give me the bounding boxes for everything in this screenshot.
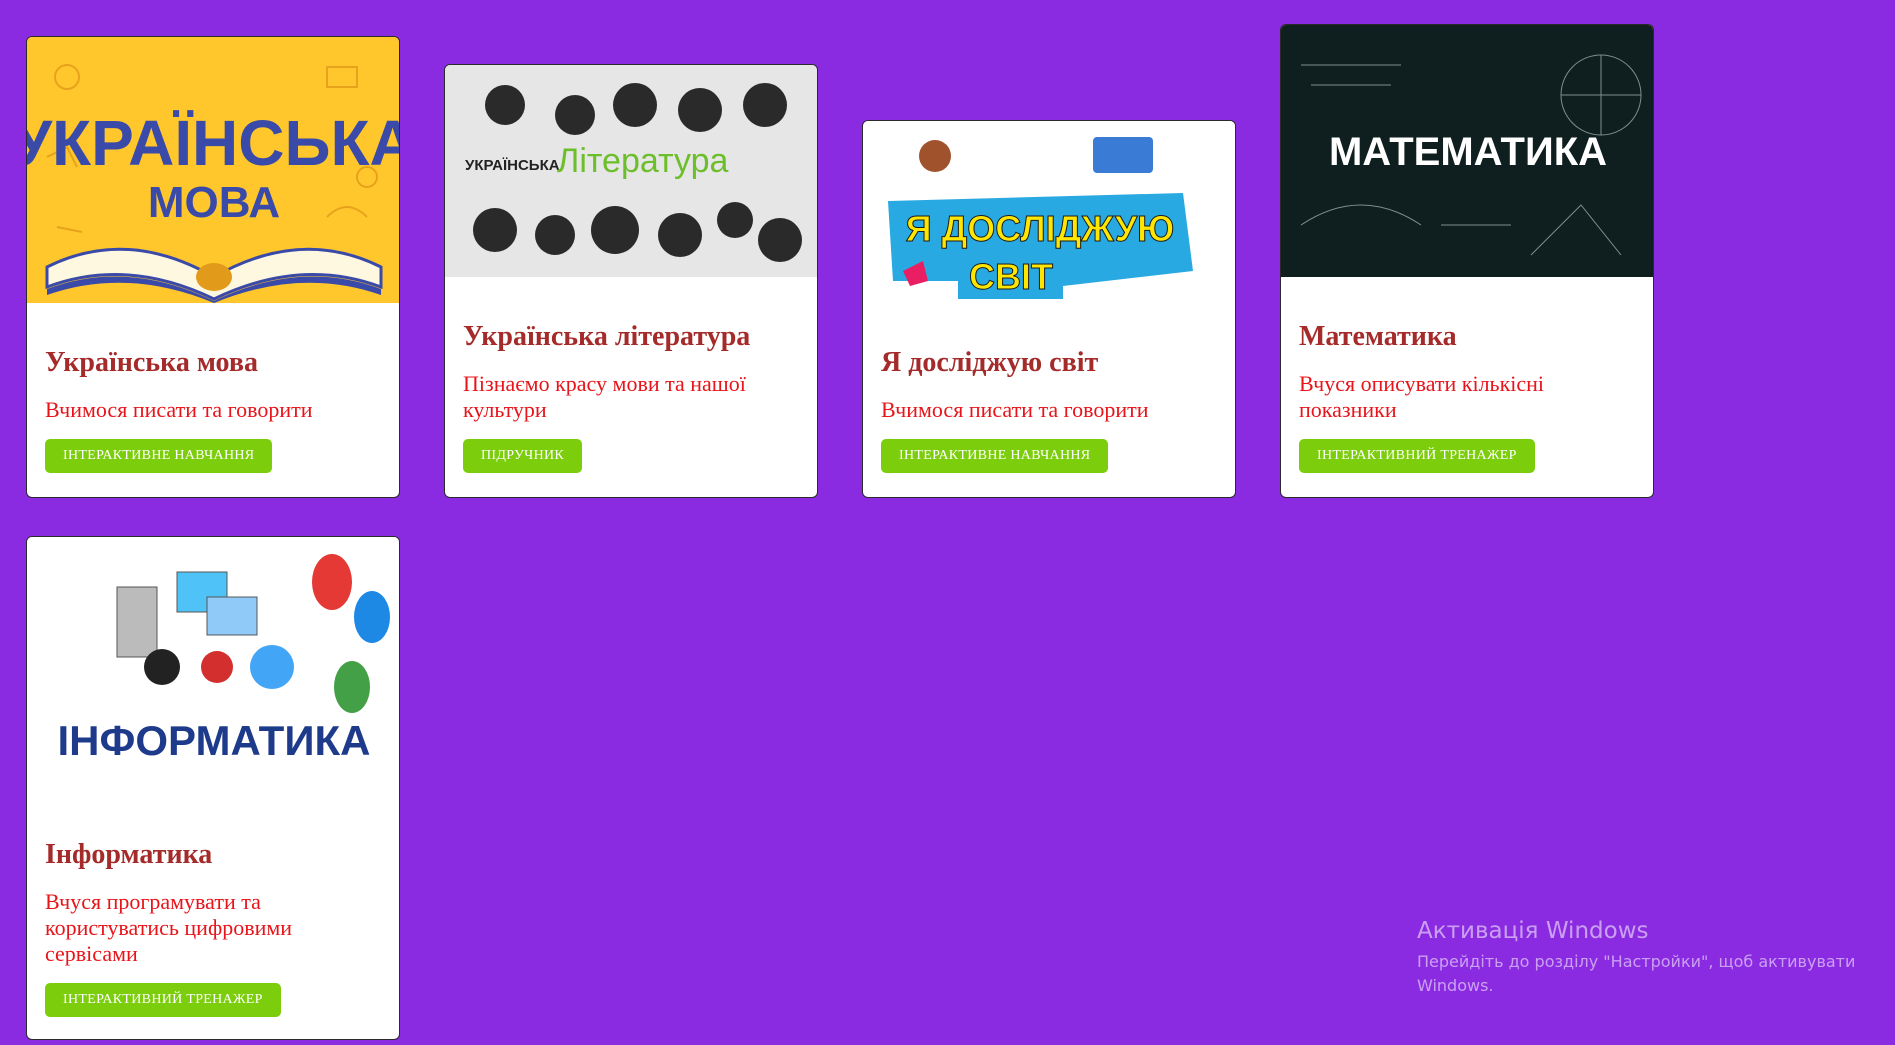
image-title-1: ІНФОРМАТИКА [57, 717, 370, 764]
image-title-2: СВІТ [969, 256, 1053, 297]
course-title: Українська література [463, 321, 751, 352]
image-title-1: МАТЕМАТИКА [1329, 130, 1607, 174]
writers-portraits-illustration: УКРАЇНСЬКА Література [465, 83, 802, 262]
image-title-1: УКРАЇНСЬКА [27, 107, 399, 179]
course-image-ukrainian-language[interactable]: УКРАЇНСЬКА МОВА [27, 37, 399, 303]
chalkboard-illustration: МАТЕМАТИКА [1300, 54, 1642, 256]
course-image-ukrainian-literature[interactable]: УКРАЇНСЬКА Література [445, 65, 817, 277]
course-title: Українська мова [45, 347, 258, 378]
image-title-2: Література [557, 142, 729, 180]
course-description: Вчимося писати та говорити [881, 397, 1149, 422]
interactive-learning-button[interactable]: ІНТЕРАКТИВНЕ НАВЧАННЯ [881, 439, 1109, 473]
course-description: Вчуся програмувати та користуватись цифр… [45, 889, 293, 966]
course-image-i-explore-the-world[interactable]: Я ДОСЛІДЖУЮ СВІТ [863, 121, 1235, 303]
course-card-ukrainian-language: УКРАЇНСЬКА МОВА Українська мова Вчимося … [26, 36, 400, 498]
interactive-trainer-button[interactable]: ІНТЕРАКТИВНИЙ ТРЕНАЖЕР [45, 983, 281, 1017]
course-image-mathematics[interactable]: МАТЕМАТИКА [1281, 25, 1653, 277]
windows-activation-watermark: Активація Windows Перейдіть до розділу "… [1417, 918, 1857, 998]
course-card-informatics: ІНФОРМАТИКА Інформатика Вчуся програмува… [26, 536, 400, 1040]
book-illustration: УКРАЇНСЬКА МОВА [27, 64, 399, 303]
course-description: Вчуся описувати кількісні показники [1299, 371, 1545, 422]
course-title: Я досліджую світ [881, 347, 1099, 378]
explore-world-illustration: Я ДОСЛІДЖУЮ СВІТ [888, 137, 1193, 299]
informatics-illustration: ІНФОРМАТИКА [57, 554, 390, 764]
course-image-informatics[interactable]: ІНФОРМАТИКА [27, 537, 399, 799]
course-card-i-explore-the-world: Я ДОСЛІДЖУЮ СВІТ Я досліджую світ Вчимос… [862, 120, 1236, 498]
image-title-1: УКРАЇНСЬКА [465, 157, 560, 174]
textbook-button[interactable]: ПІДРУЧНИК [463, 439, 583, 473]
course-description: Пізнаємо красу мови та нашої культури [463, 371, 746, 422]
course-title: Математика [1299, 321, 1457, 352]
watermark-title: Активація Windows [1417, 918, 1649, 944]
course-card-mathematics: МАТЕМАТИКА Математика Вчуся описувати кі… [1280, 24, 1654, 498]
watermark-subtitle: Перейдіть до розділу "Настройки", щоб ак… [1417, 952, 1856, 995]
course-description: Вчимося писати та говорити [45, 397, 313, 422]
course-title: Інформатика [45, 839, 213, 870]
image-title-2: МОВА [148, 178, 280, 227]
interactive-trainer-button[interactable]: ІНТЕРАКТИВНИЙ ТРЕНАЖЕР [1299, 439, 1535, 473]
image-title-1: Я ДОСЛІДЖУЮ [906, 208, 1175, 249]
course-card-ukrainian-literature: УКРАЇНСЬКА Література Українська літерат… [444, 64, 818, 498]
interactive-learning-button[interactable]: ІНТЕРАКТИВНЕ НАВЧАННЯ [45, 439, 273, 473]
